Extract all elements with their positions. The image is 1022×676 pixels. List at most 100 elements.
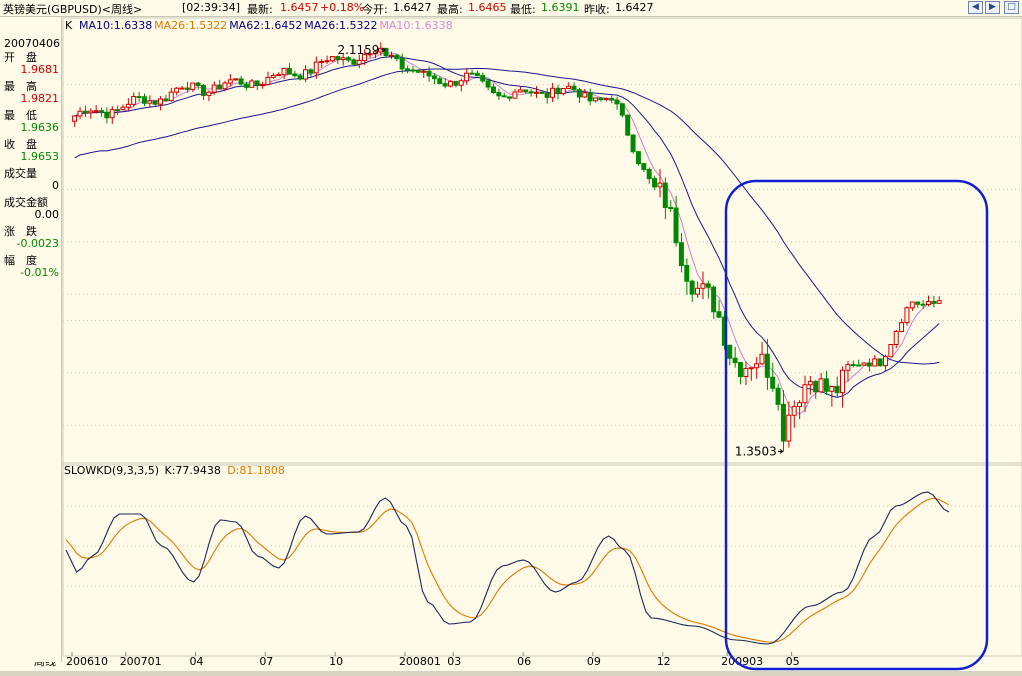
candle-body	[415, 69, 421, 73]
x-tick-label: 04	[190, 655, 204, 668]
candle-body	[877, 358, 883, 367]
candle-body	[662, 182, 668, 208]
candle-body	[888, 344, 894, 358]
candle-body	[405, 68, 411, 71]
status-bar	[0, 671, 1022, 676]
candle-body	[421, 70, 427, 73]
x-tick-label: 09	[587, 655, 601, 668]
candle-body	[179, 87, 185, 90]
candle-body	[856, 364, 862, 367]
candle-body	[184, 87, 190, 90]
candle-body	[582, 92, 588, 98]
candle-body	[920, 303, 926, 306]
candle-body	[206, 91, 212, 96]
candle-body	[716, 311, 722, 318]
candle-body	[840, 369, 845, 394]
legend-item: MA62:1.6452	[229, 19, 302, 32]
candle-body	[286, 68, 292, 75]
ma-mid-line	[74, 56, 940, 398]
candle-body	[136, 96, 142, 99]
candle-body	[131, 96, 137, 105]
candle-body	[850, 364, 856, 367]
candle-body	[512, 91, 518, 99]
candle-body	[158, 98, 163, 105]
candle-body	[727, 344, 733, 359]
candle-body	[705, 283, 711, 288]
candle-body	[539, 91, 545, 94]
candle-body	[904, 307, 910, 324]
candle-body	[93, 110, 99, 113]
candle-body	[211, 84, 217, 93]
candle-body	[442, 83, 448, 87]
kd-k-line	[65, 491, 950, 645]
candle-body	[646, 168, 652, 180]
x-axis: 周线20061020070104071020080103060912200903…	[34, 652, 800, 668]
candle-body	[619, 103, 625, 116]
candle-body	[641, 163, 647, 170]
candle-body	[243, 83, 249, 88]
candle-body	[147, 100, 153, 104]
chart-legend: K MA10:1.6338 MA26:1.5322 MA62:1.6452 MA26:1…	[64, 19, 453, 477]
info-value: 1.9681	[20, 63, 60, 76]
kd-legend-item: D:81.1808	[227, 464, 285, 477]
candle-body	[104, 111, 110, 119]
candle-body	[217, 84, 223, 90]
x-tick-label: 200701	[120, 655, 162, 668]
kd-indicator	[65, 491, 950, 645]
legend-k-prefix: K	[65, 19, 73, 32]
candle-body	[845, 364, 851, 371]
candle-body	[630, 134, 636, 153]
candle-body	[523, 89, 529, 93]
moving-averages	[74, 52, 940, 415]
candle-body	[759, 353, 765, 365]
candle-body	[388, 54, 394, 57]
ma-long-line	[74, 67, 940, 365]
candle-body	[882, 356, 888, 367]
candle-body	[571, 85, 577, 91]
candle-body	[544, 92, 550, 98]
kd-panel-frame	[62, 462, 1022, 657]
legend-item: MA26:1.5322	[154, 19, 227, 32]
candle-body	[507, 96, 513, 99]
candle-body	[281, 68, 287, 76]
candle-body	[485, 80, 491, 88]
candle-body	[152, 100, 158, 105]
candle-body	[711, 286, 717, 313]
candle-body	[823, 378, 829, 392]
candle-body	[195, 82, 201, 86]
candle-body	[743, 367, 749, 377]
candle-body	[684, 264, 690, 282]
price-annotations: 2.1159 1.3503	[337, 43, 784, 458]
candle-body	[566, 85, 572, 89]
x-tick-label: 10	[329, 655, 343, 668]
candle-body	[265, 76, 271, 86]
candle-body	[786, 414, 792, 442]
candle-body	[469, 72, 475, 75]
info-value: 1.9653	[20, 150, 60, 163]
candle-body	[775, 387, 781, 405]
x-tick-label: 12	[657, 655, 671, 668]
candle-body	[689, 280, 695, 295]
candle-body	[249, 80, 255, 88]
candle-body	[517, 89, 523, 93]
x-tick-label: 200801	[399, 655, 441, 668]
candle-body	[899, 322, 905, 332]
candle-body	[125, 103, 131, 108]
candle-body	[673, 207, 679, 244]
price-annotation: 2.1159	[337, 43, 379, 57]
candle-body	[351, 59, 357, 65]
candle-body	[834, 385, 840, 394]
candle-body	[77, 110, 83, 117]
candle-body	[791, 405, 797, 416]
candle-body	[614, 99, 620, 105]
info-value: -0.01%	[20, 266, 59, 279]
candle-body	[426, 70, 432, 77]
candle-body	[915, 301, 921, 305]
x-tick-label: 200610	[66, 655, 108, 668]
candle-body	[410, 69, 416, 72]
candle-body	[695, 287, 700, 295]
info-value: 0.00	[34, 208, 60, 221]
candle-body	[340, 57, 346, 61]
candle-body	[818, 378, 824, 393]
annotation-arrow	[777, 448, 784, 454]
